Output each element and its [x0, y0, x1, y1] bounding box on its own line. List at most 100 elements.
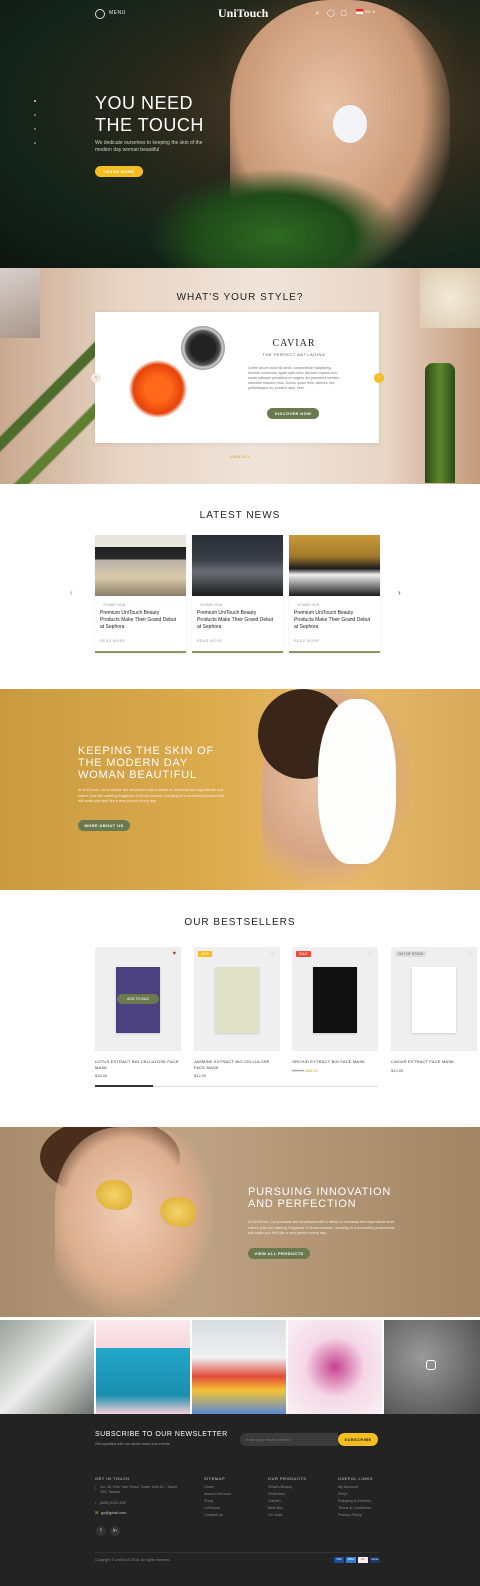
footer-link[interactable]: Shop [204, 1498, 231, 1505]
slide-dot[interactable] [34, 128, 36, 130]
chevron-left-icon[interactable]: ‹ [70, 588, 73, 597]
product-name[interactable]: JASMINE EXTRACT BIO CELLULOSE FACE MASK [194, 1059, 280, 1070]
email-input[interactable] [240, 1433, 338, 1446]
footer-link[interactable]: What's Beauty [268, 1484, 292, 1491]
news-title[interactable]: Premium UniTouch Beauty Products Make Th… [197, 610, 277, 631]
caviar-tin-image [181, 326, 225, 370]
footer-link[interactable]: Contact Us [204, 1512, 231, 1519]
instagram-tile[interactable] [0, 1320, 94, 1414]
heart-icon[interactable]: ♡ [270, 951, 275, 958]
carousel-scrollbar[interactable] [95, 1085, 153, 1087]
instagram-tile[interactable] [384, 1320, 480, 1414]
product-image[interactable]: SALE ♡ [292, 947, 378, 1051]
news-card[interactable]: 20 MAR 2018 Premium UniTouch Beauty Prod… [95, 535, 186, 653]
product-card[interactable]: NEW ♡ JASMINE EXTRACT BIO CELLULOSE FACE… [194, 947, 280, 1078]
product-card[interactable]: OUT OF STOCK ♡ CAVIAR EXTRACT FACE MASK … [391, 947, 477, 1073]
sale-badge: SALE [296, 951, 311, 957]
view-all-link[interactable]: VIEW ALL [220, 454, 260, 459]
add-to-bag-button[interactable]: ADD TO BAG [117, 994, 159, 1004]
news-image[interactable] [95, 535, 186, 596]
mail-icon: ✉ [95, 1511, 99, 1515]
slide-dot[interactable] [34, 114, 36, 116]
slide-dot[interactable] [34, 142, 36, 144]
product-price: $12.00 [194, 1073, 207, 1078]
instagram-tile[interactable] [288, 1320, 382, 1414]
footer-email[interactable]: go@gmail.com [101, 1510, 126, 1517]
read-more-link[interactable]: READ MORE [197, 639, 222, 643]
read-more-link[interactable]: READ MORE [294, 639, 319, 643]
product-price: $35.00 $28.00 [292, 1068, 378, 1073]
newsletter-title: SUBSCRIBE TO OUR NEWSLETTER [95, 1431, 228, 1438]
footer-link[interactable]: FAQs [338, 1491, 371, 1498]
footer-link[interactable]: Perfection [268, 1491, 292, 1498]
footer-link[interactable]: UniTouch [204, 1505, 231, 1512]
subscribe-button[interactable]: SUBSCRIBE [338, 1433, 378, 1446]
footer-link[interactable]: On Sale! [268, 1512, 292, 1519]
brand-logo[interactable]: UniTouch [218, 6, 268, 21]
chevron-left-icon[interactable]: ‹ [91, 373, 101, 383]
chevron-down-icon: ▾ [372, 9, 375, 14]
news-card[interactable]: 20 MAR 2018 Premium UniTouch Beauty Prod… [289, 535, 380, 653]
paypal-icon: PAYPAL [370, 1557, 380, 1563]
chevron-right-icon[interactable]: › [374, 373, 384, 383]
menu-label[interactable]: MENU [109, 10, 126, 16]
new-badge: NEW [198, 951, 212, 957]
heart-icon[interactable]: ♥ [172, 951, 176, 957]
roe-bowl-image [129, 360, 187, 418]
heart-icon[interactable]: ♡ [467, 951, 472, 958]
instagram-tile[interactable] [192, 1320, 286, 1414]
view-all-products-button[interactable]: VIEW ALL PRODUCTS [248, 1248, 310, 1259]
news-title[interactable]: Premium UniTouch Beauty Products Make Th… [100, 610, 180, 631]
footer-link[interactable]: Best Buy [268, 1505, 292, 1512]
product-image[interactable]: OUT OF STOCK ♡ [391, 947, 477, 1051]
product-package [412, 967, 456, 1033]
product-card[interactable]: SALE ♡ ORCHID EXTRACT BIO FACE MASK $35.… [292, 947, 378, 1073]
language-selector[interactable]: SG ▾ [356, 9, 375, 14]
footer-link[interactable]: Shipping & Delivery [338, 1498, 371, 1505]
footer-link[interactable]: Terms & Conditions [338, 1505, 371, 1512]
news-image[interactable] [289, 535, 380, 596]
product-name[interactable]: CAVIAR EXTRACT FACE MASK [391, 1059, 477, 1065]
mastercard-icon: MC [358, 1557, 368, 1563]
top-navigation: MENU UniTouch ⌕ ◯ ▢ SG ▾ [0, 0, 480, 28]
products-heading: OUR PRODUCTS [268, 1476, 307, 1481]
instagram-tile[interactable] [96, 1320, 190, 1414]
product-description: Lorem ipsum dolor sit amet, consectetuer… [248, 366, 340, 390]
linkedin-icon[interactable]: in [110, 1526, 120, 1536]
eye-patch-image [160, 1197, 196, 1227]
product-card[interactable]: ADD TO BAG ♥ LOTUS EXTRACT BIO CELLULOSE… [95, 947, 181, 1078]
heart-icon[interactable]: ♡ [368, 951, 373, 958]
footer-phone[interactable]: (886) 0123 456 [100, 1500, 126, 1507]
product-image[interactable]: NEW ♡ [194, 947, 280, 1051]
footer-link[interactable]: Privacy Policy [338, 1512, 371, 1519]
product-name[interactable]: LOTUS EXTRACT BIO CELLULOSE FACE MASK [95, 1059, 181, 1070]
hero-title: YOU NEED THE TOUCH [95, 93, 204, 135]
footer-link[interactable]: My Account [338, 1484, 371, 1491]
more-about-us-button[interactable]: MORE ABOUT US [78, 820, 130, 831]
learn-more-button[interactable]: LEARN MORE [95, 166, 143, 177]
news-date: 20 MAR 2018 [103, 603, 125, 607]
news-card[interactable]: 20 MAR 2018 Premium UniTouch Beauty Prod… [192, 535, 283, 653]
footer-link[interactable]: Home [204, 1484, 231, 1491]
discover-now-button[interactable]: DISCOVER NOW [267, 408, 319, 419]
account-icon[interactable]: ◯ [327, 10, 335, 17]
search-icon[interactable]: ⌕ [314, 10, 321, 17]
product-image[interactable]: ADD TO BAG ♥ [95, 947, 181, 1051]
chevron-right-icon[interactable]: › [398, 588, 401, 597]
slide-dot[interactable] [34, 100, 36, 102]
news-image[interactable] [192, 535, 283, 596]
visa-icon: VISA [334, 1557, 344, 1563]
cart-icon[interactable]: ▢ [340, 10, 347, 17]
product-name[interactable]: ORCHID EXTRACT BIO FACE MASK [292, 1059, 378, 1065]
amex-icon: AMEX [346, 1557, 356, 1563]
footer-link[interactable]: Garden [268, 1498, 292, 1505]
product-package [215, 967, 259, 1033]
footer-link[interactable]: About UniTouch [204, 1491, 231, 1498]
innovation-title: PURSUING INNOVATION AND PERFECTION [248, 1186, 392, 1210]
news-title[interactable]: Premium UniTouch Beauty Products Make Th… [294, 610, 374, 631]
news-date: 20 MAR 2018 [297, 603, 319, 607]
read-more-link[interactable]: READ MORE [100, 639, 125, 643]
language-label: SG [365, 9, 371, 14]
facebook-icon[interactable]: f [96, 1526, 106, 1536]
menu-icon[interactable] [95, 9, 105, 19]
